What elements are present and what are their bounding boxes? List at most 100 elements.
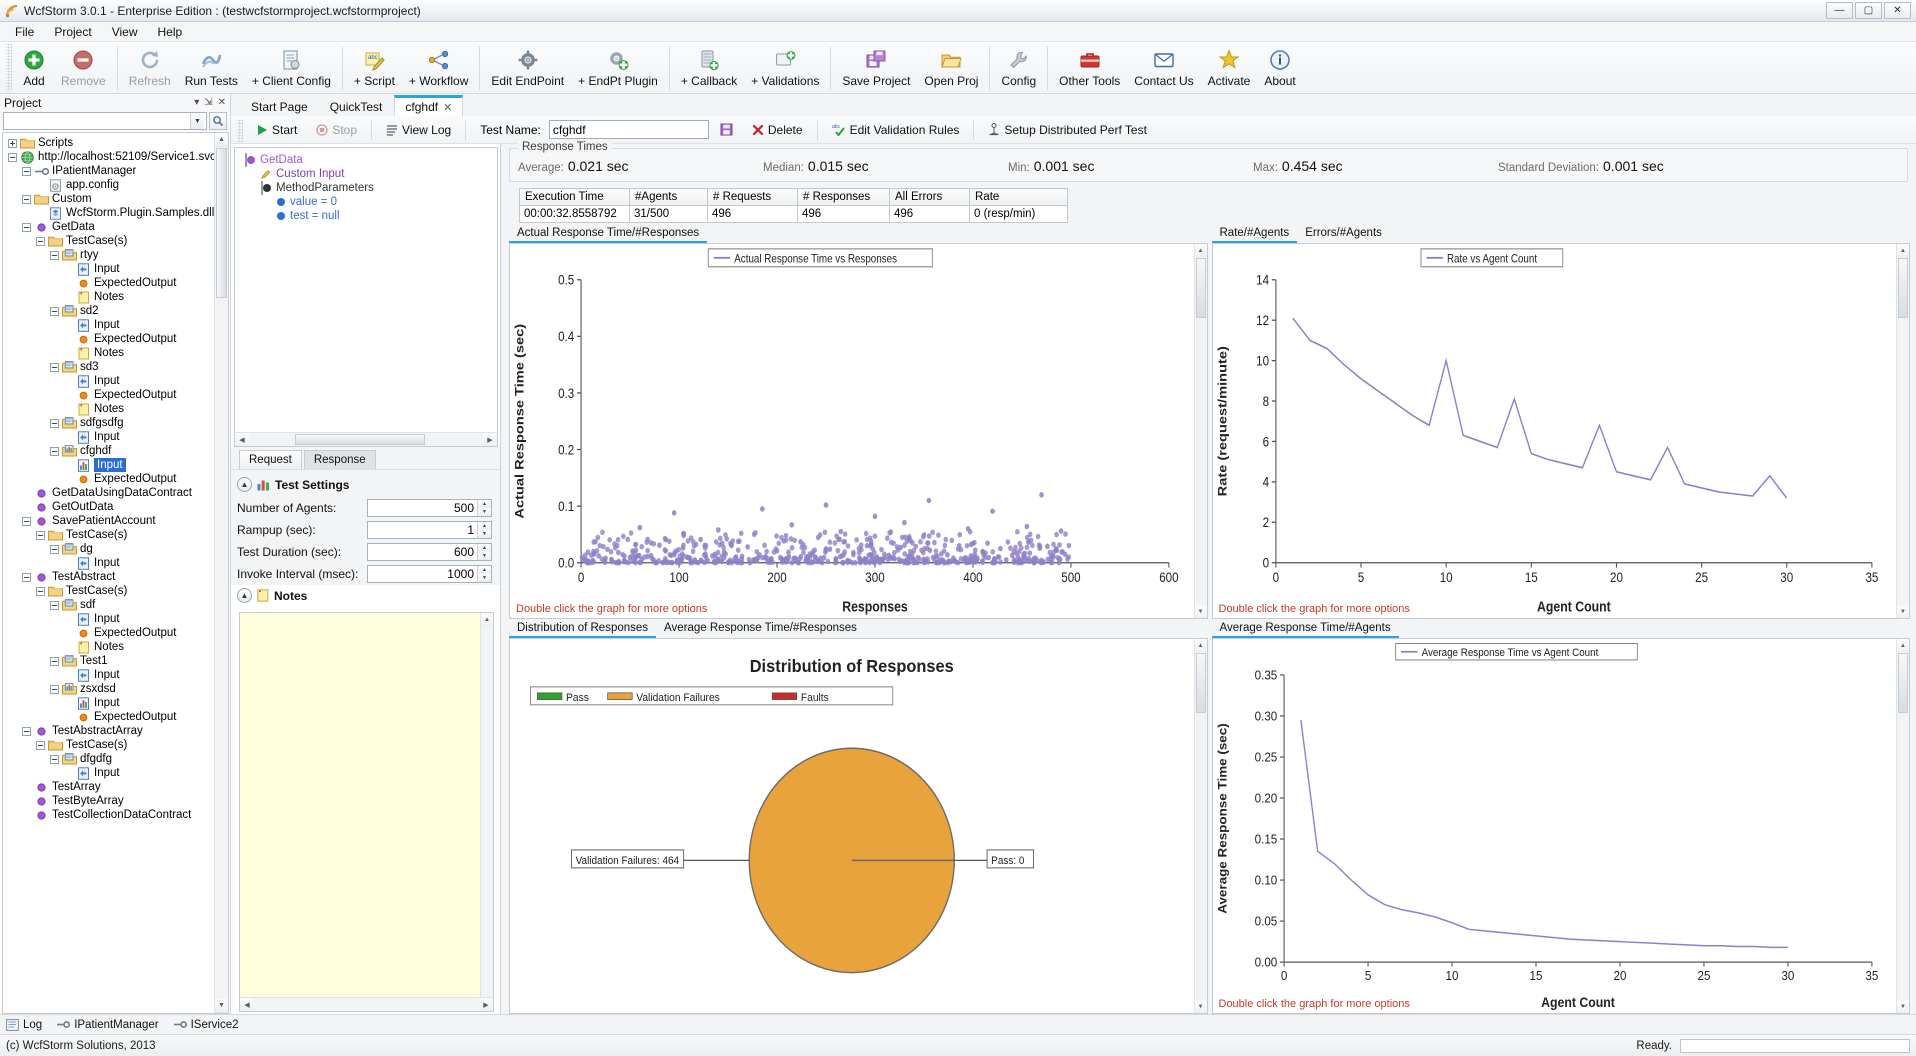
project-tree-scrollbar[interactable]: ▲ ▼ — [214, 133, 228, 1013]
document-tab-cfghdf[interactable]: cfghdf ✕ — [394, 95, 464, 116]
stop-button[interactable]: Stop — [308, 119, 365, 141]
project-tree-node[interactable]: Input — [5, 612, 214, 626]
bottom-tab-log[interactable]: Log — [6, 1019, 42, 1031]
toolbar-button-config[interactable]: Config — [994, 44, 1043, 89]
project-tree-node[interactable]: app.config — [5, 178, 214, 192]
tree-expander-minus[interactable] — [7, 152, 18, 163]
hscroll-left-arrow[interactable]: ◀ — [235, 433, 249, 446]
toolbar-button-open-proj[interactable]: Open Proj — [917, 44, 985, 89]
toolbar-button-validations[interactable]: + Validations — [744, 44, 826, 89]
project-tree-node[interactable]: Notes — [5, 402, 214, 416]
toolbar-button-script[interactable]: abc + Script — [347, 44, 402, 89]
tree-expander-minus[interactable] — [245, 153, 247, 167]
spinner-down-icon[interactable]: ▼ — [478, 574, 491, 582]
tree-expander-minus[interactable] — [35, 530, 46, 541]
tree-expander-minus[interactable] — [49, 250, 60, 261]
tree-expander-minus[interactable] — [49, 446, 60, 457]
chart-scrollbar[interactable]: ▲ ▼ — [1896, 244, 1909, 618]
scroll-down-arrow[interactable]: ▼ — [1897, 1000, 1909, 1013]
test-settings-header[interactable]: ▲ Test Settings — [237, 474, 494, 497]
toolbar-button-client-config[interactable]: + Client Config — [245, 44, 338, 89]
hscroll-thumb[interactable] — [295, 434, 425, 445]
project-tree-node[interactable]: GetOutData — [5, 500, 214, 514]
scroll-thumb[interactable] — [1898, 258, 1908, 318]
collapse-chevron-icon[interactable]: ▲ — [237, 588, 252, 603]
scroll-up-arrow[interactable]: ▲ — [1897, 244, 1909, 257]
project-tree-node[interactable]: TestCase(s) — [5, 234, 214, 248]
tab-request[interactable]: Request — [239, 450, 302, 469]
project-tree-node[interactable]: sdfgsdfg — [5, 416, 214, 430]
hscroll-right-arrow[interactable]: ▶ — [479, 998, 493, 1011]
notes-header[interactable]: ▲ Notes — [231, 585, 500, 608]
project-tree-node[interactable]: Notes — [5, 346, 214, 360]
project-tree-node[interactable]: Notes — [5, 640, 214, 654]
request-tree-node[interactable]: Custom Input — [241, 167, 497, 181]
menu-item-help[interactable]: Help — [149, 23, 192, 41]
table-header-cell[interactable]: # Requests — [707, 188, 798, 206]
setting-value[interactable]: 500 — [368, 501, 477, 515]
project-tree-node[interactable]: Scripts — [5, 136, 214, 150]
chart-scrollbar[interactable]: ▲ ▼ — [1193, 244, 1207, 618]
project-tree-node[interactable]: sd3 — [5, 360, 214, 374]
chart-scrollbar[interactable]: ▲ ▼ — [1193, 639, 1207, 1013]
chart-body[interactable]: 0 100 200 300 400 500 600 0.0 0.1 0.2 0.3 0.4 0.5 Res… — [509, 244, 1208, 619]
tree-expander-minus[interactable] — [35, 236, 46, 247]
request-tree-node[interactable]: MethodParameters — [241, 181, 497, 195]
spinner-down-icon[interactable]: ▼ — [478, 552, 491, 560]
spinner-up-icon[interactable]: ▲ — [478, 544, 491, 552]
project-tree-node[interactable]: ExpectedOutput — [5, 710, 214, 724]
search-button[interactable] — [209, 112, 227, 130]
request-tree-node[interactable]: value = 0 — [241, 195, 497, 209]
scroll-down-arrow[interactable]: ▼ — [1897, 605, 1909, 618]
setting-spinner[interactable]: 1 ▲ ▼ — [367, 521, 492, 539]
tree-expander-minus[interactable] — [49, 544, 60, 555]
project-tree-node[interactable]: TestCase(s) — [5, 738, 214, 752]
tree-expander-minus[interactable] — [21, 222, 32, 233]
spinner-down-icon[interactable]: ▼ — [478, 530, 491, 538]
toolbar-button-save-project[interactable]: Save Project — [835, 44, 917, 89]
tree-expander-minus[interactable] — [49, 418, 60, 429]
project-tree-node[interactable]: WcfStorm.Plugin.Samples.dll — [5, 206, 214, 220]
toolbar-button-edit-endpoint[interactable]: Edit EndPoint — [484, 44, 571, 89]
spinner-buttons[interactable]: ▲ ▼ — [477, 500, 491, 516]
close-icon[interactable]: ✕ — [443, 101, 452, 114]
toolbar-button-endpt-plugin[interactable]: + EndPt Plugin — [571, 44, 665, 89]
tree-expander-minus[interactable] — [21, 166, 32, 177]
toolbar-button-add[interactable]: Add — [14, 44, 54, 89]
search-input[interactable]: ▼ — [3, 112, 207, 130]
edit-validation-rules-button[interactable]: abc Edit Validation Rules — [824, 119, 968, 141]
toolbar-button-workflow[interactable]: + Workflow — [402, 44, 475, 89]
delete-button[interactable]: Delete — [744, 119, 811, 141]
pane-close-icon[interactable]: ✕ — [218, 97, 226, 108]
request-tree-node[interactable]: GetData — [241, 153, 497, 167]
project-tree-node[interactable]: Input — [5, 696, 214, 710]
spinner-buttons[interactable]: ▲ ▼ — [477, 566, 491, 582]
scroll-down-arrow[interactable]: ▼ — [1194, 1000, 1207, 1013]
toolbar-button-activate[interactable]: Activate — [1201, 44, 1258, 89]
project-tree-node[interactable]: Notes — [5, 290, 214, 304]
project-tree-node[interactable]: ExpectedOutput — [5, 472, 214, 486]
project-tree-node[interactable]: TestArray — [5, 780, 214, 794]
project-tree-node[interactable]: ExpectedOutput — [5, 332, 214, 346]
collapse-chevron-icon[interactable]: ▲ — [237, 477, 252, 492]
project-tree-node[interactable]: IPatientManager — [5, 164, 214, 178]
project-tree-node[interactable]: zsxdsd — [5, 682, 214, 696]
maximize-button[interactable]: ▢ — [1855, 2, 1882, 19]
tree-expander-minus[interactable] — [49, 754, 60, 765]
setting-spinner[interactable]: 600 ▲ ▼ — [367, 543, 492, 561]
setting-spinner[interactable]: 500 ▲ ▼ — [367, 499, 492, 517]
toolbar-grip[interactable] — [6, 44, 12, 90]
minimize-button[interactable]: ― — [1826, 2, 1853, 19]
start-button[interactable]: Start — [248, 119, 305, 141]
project-tree-node[interactable]: TestAbstractArray — [5, 724, 214, 738]
table-row[interactable]: 00:00:32.8558792 31/500 496 496 496 0 (resp/m… — [519, 205, 1068, 223]
tree-expander-minus[interactable] — [49, 600, 60, 611]
request-tree-node[interactable]: test = null — [241, 209, 497, 223]
project-tree-node[interactable]: Input — [5, 766, 214, 780]
tree-expander-minus[interactable] — [49, 362, 60, 373]
chart-body[interactable]: 0 5 10 15 20 25 30 35 0 2 4 6 8 10 12 14 Agent Count Rate… — [1211, 244, 1910, 619]
project-tree-node[interactable]: ExpectedOutput — [5, 388, 214, 402]
spinner-up-icon[interactable]: ▲ — [478, 566, 491, 574]
tree-expander-minus[interactable] — [35, 586, 46, 597]
scroll-up-arrow[interactable]: ▲ — [481, 613, 493, 626]
